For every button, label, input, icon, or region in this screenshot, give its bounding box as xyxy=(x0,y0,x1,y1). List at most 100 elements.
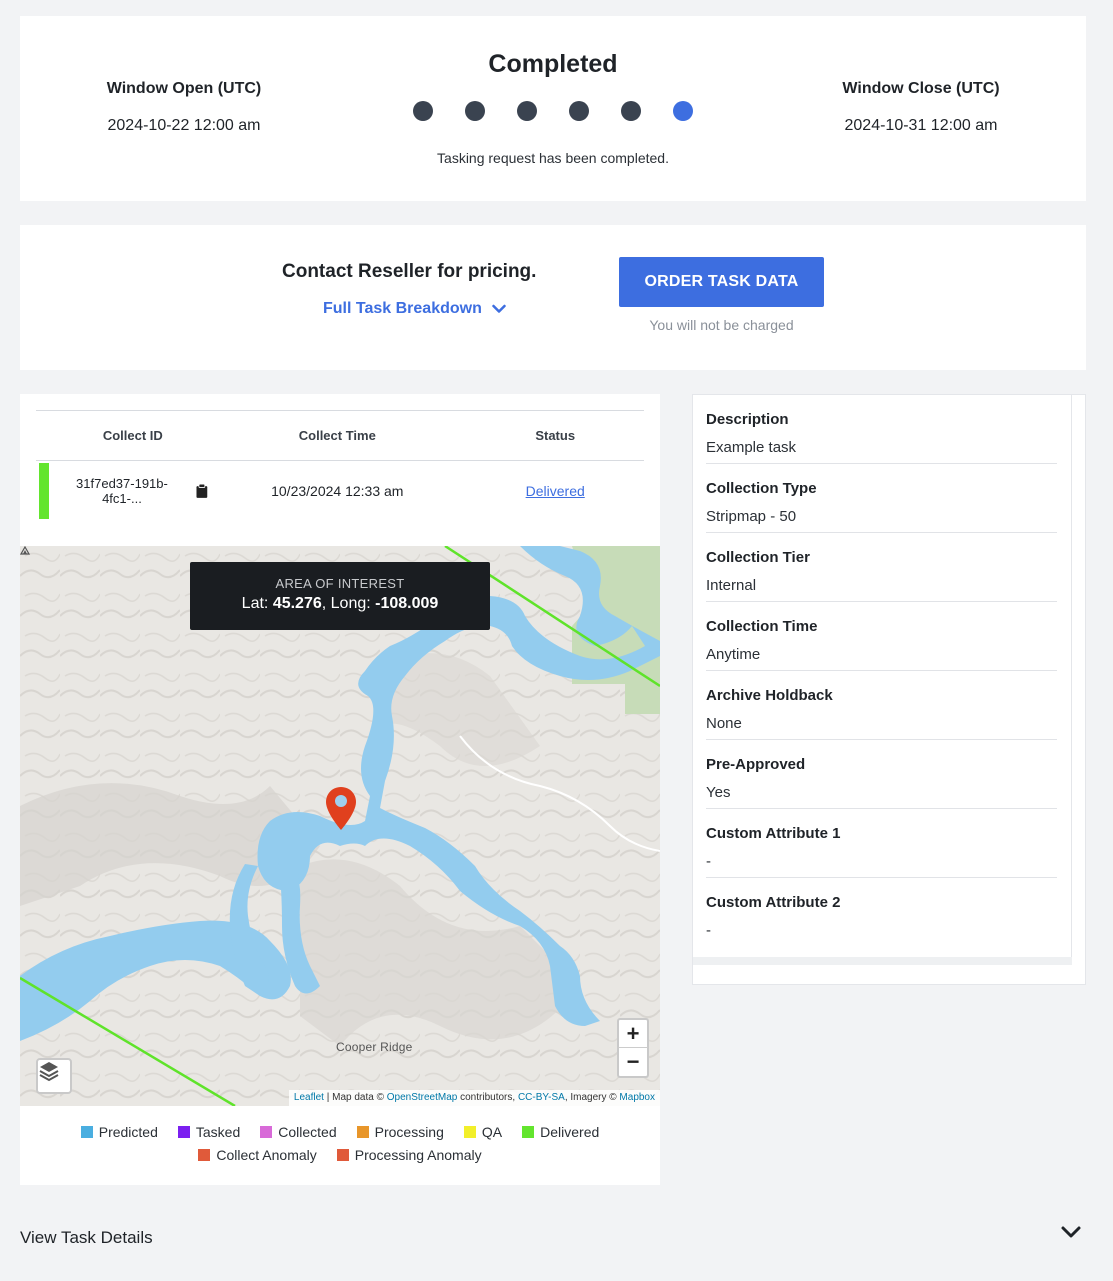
window-close: Window Close (UTC) 2024-10-31 12:00 am xyxy=(801,80,1041,135)
location-pin-icon[interactable] xyxy=(324,786,358,832)
long-value: -108.009 xyxy=(375,595,439,612)
legend-label: Predicted xyxy=(98,1123,158,1140)
status-bar-cell xyxy=(36,461,58,521)
collect-status-link[interactable]: Delivered xyxy=(526,483,585,499)
map-attribution: Leaflet | Map data © OpenStreetMap contr… xyxy=(288,1090,660,1106)
collect-time: 10/23/2024 12:33 am xyxy=(271,482,404,499)
aoi-coordinates: Lat: 45.276, Long: -108.009 xyxy=(190,595,490,613)
detail-row: Description Example task xyxy=(706,395,1057,464)
legend-swatch xyxy=(260,1125,273,1138)
detail-row: Collection Time Anytime xyxy=(706,602,1057,671)
detail-value: Anytime xyxy=(706,646,761,663)
status-bar-header xyxy=(36,410,58,461)
chevron-down-icon xyxy=(492,304,506,313)
attribution-text: | Map data © xyxy=(323,1092,387,1103)
legend-swatch xyxy=(198,1148,211,1161)
lat-label: Lat: xyxy=(241,595,269,612)
openstreetmap-link[interactable]: OpenStreetMap xyxy=(387,1092,458,1103)
view-task-details-toggle[interactable]: View Task Details xyxy=(20,1228,153,1248)
legend-item: Processing xyxy=(356,1123,444,1140)
detail-key: Pre-Approved xyxy=(706,756,806,773)
window-open-value: 2024-10-22 12:00 am xyxy=(107,117,261,134)
legend-row: Predicted Tasked Collected Processing QA Deli… xyxy=(20,1120,660,1143)
detail-key: Description xyxy=(706,411,789,428)
legend-row: Collect Anomaly Processing Anomaly xyxy=(20,1143,660,1166)
license-link[interactable]: CC-BY-SA xyxy=(518,1092,565,1103)
legend-swatch xyxy=(336,1148,349,1161)
horizontal-scrollbar[interactable] xyxy=(693,957,1072,965)
zoom-in-button[interactable]: + xyxy=(617,1018,649,1048)
detail-value: Stripmap - 50 xyxy=(706,508,797,525)
mountain-peak-icon xyxy=(20,546,30,555)
detail-row: Pre-Approved Yes xyxy=(706,740,1057,809)
legend-item: Delivered xyxy=(522,1124,599,1140)
status-legend: Predicted Tasked Collected Processing QA Deli… xyxy=(20,1120,660,1166)
detail-value: Internal xyxy=(706,577,757,594)
detail-key: Collection Time xyxy=(706,618,818,635)
table-row[interactable]: 31f7ed37-191b-4fc1-... 10/23/2024 12:33 … xyxy=(36,461,644,521)
legend-label: Processing Anomaly xyxy=(354,1146,482,1163)
collect-id-header: Collect ID xyxy=(57,410,209,461)
detail-key: Archive Holdback xyxy=(706,687,833,704)
status-title: Completed xyxy=(488,50,618,78)
collects-table: Collect ID Collect Time Status 31f7ed37-… xyxy=(36,410,644,521)
status-step-dot xyxy=(621,101,641,121)
detail-row: Collection Type Stripmap - 50 xyxy=(706,464,1057,533)
legend-item: QA xyxy=(463,1123,503,1140)
pricing-card: Contact Reseller for pricing. Full Task … xyxy=(20,225,1086,370)
legend-label: Collected xyxy=(278,1123,337,1140)
status-step-dot xyxy=(673,101,693,121)
layers-icon xyxy=(39,1062,59,1082)
table-header-row: Collect ID Collect Time Status xyxy=(36,410,644,461)
legend-label: Collect Anomaly xyxy=(216,1146,317,1163)
lat-value: 45.276 xyxy=(272,595,322,612)
status-card: Window Open (UTC) 2024-10-22 12:00 am Co… xyxy=(20,16,1086,201)
clipboard-icon[interactable] xyxy=(196,484,208,499)
window-close-label: Window Close (UTC) xyxy=(842,80,1000,97)
legend-swatch xyxy=(522,1125,535,1138)
status-step-dot xyxy=(569,101,589,121)
chevron-down-icon[interactable] xyxy=(1060,1224,1082,1240)
detail-value: - xyxy=(706,853,711,870)
collect-id-cell: 31f7ed37-191b-4fc1-... xyxy=(58,461,209,521)
legend-swatch xyxy=(356,1125,369,1138)
order-task-data-button[interactable]: ORDER TASK DATA xyxy=(619,257,824,307)
detail-row: Collection Tier Internal xyxy=(706,533,1057,602)
detail-key: Custom Attribute 2 xyxy=(706,894,841,911)
legend-item: Tasked xyxy=(177,1123,241,1140)
layers-button[interactable] xyxy=(36,1058,72,1094)
breakdown-label: Full Task Breakdown xyxy=(323,300,482,317)
legend-swatch xyxy=(463,1125,476,1138)
detail-row: Custom Attribute 1 - xyxy=(706,809,1057,878)
full-task-breakdown-toggle[interactable]: Full Task Breakdown xyxy=(323,300,506,318)
not-charged-note: You will not be charged xyxy=(649,317,794,333)
detail-row: Archive Holdback None xyxy=(706,671,1057,740)
collects-card: Collect ID Collect Time Status 31f7ed37-… xyxy=(20,394,660,1185)
zoom-out-button[interactable]: − xyxy=(617,1048,649,1078)
pricing-text: Contact Reseller for pricing. xyxy=(282,261,537,282)
detail-value: - xyxy=(706,922,711,939)
status-header: Status xyxy=(466,410,644,461)
area-of-interest-tooltip: AREA OF INTEREST Lat: 45.276, Long: -108… xyxy=(190,562,490,630)
map[interactable]: Cooper Ridge AREA OF INTEREST Lat: 45.27… xyxy=(20,546,660,1106)
status-steps xyxy=(413,101,693,121)
attribution-text: , Imagery © xyxy=(564,1092,620,1103)
details-panel: Description Example task Collection Type St… xyxy=(692,394,1086,985)
leaflet-link[interactable]: Leaflet xyxy=(294,1092,324,1103)
legend-label: QA xyxy=(481,1123,503,1140)
window-close-value: 2024-10-31 12:00 am xyxy=(844,117,998,134)
status-step-dot xyxy=(517,101,537,121)
status-step-dot xyxy=(413,101,433,121)
detail-key: Custom Attribute 1 xyxy=(706,825,841,842)
status-step-dot xyxy=(465,101,485,121)
legend-swatch xyxy=(177,1125,190,1138)
window-open: Window Open (UTC) 2024-10-22 12:00 am xyxy=(64,80,304,135)
status-message: Tasking request has been completed. xyxy=(437,150,669,166)
status-bar xyxy=(39,462,49,519)
legend-label: Processing xyxy=(374,1123,444,1140)
legend-item: Predicted xyxy=(80,1123,158,1140)
legend-label: Tasked xyxy=(195,1123,241,1140)
mapbox-link[interactable]: Mapbox xyxy=(619,1092,655,1103)
legend-item: Collected xyxy=(260,1123,337,1140)
detail-value: Example task xyxy=(706,439,797,456)
